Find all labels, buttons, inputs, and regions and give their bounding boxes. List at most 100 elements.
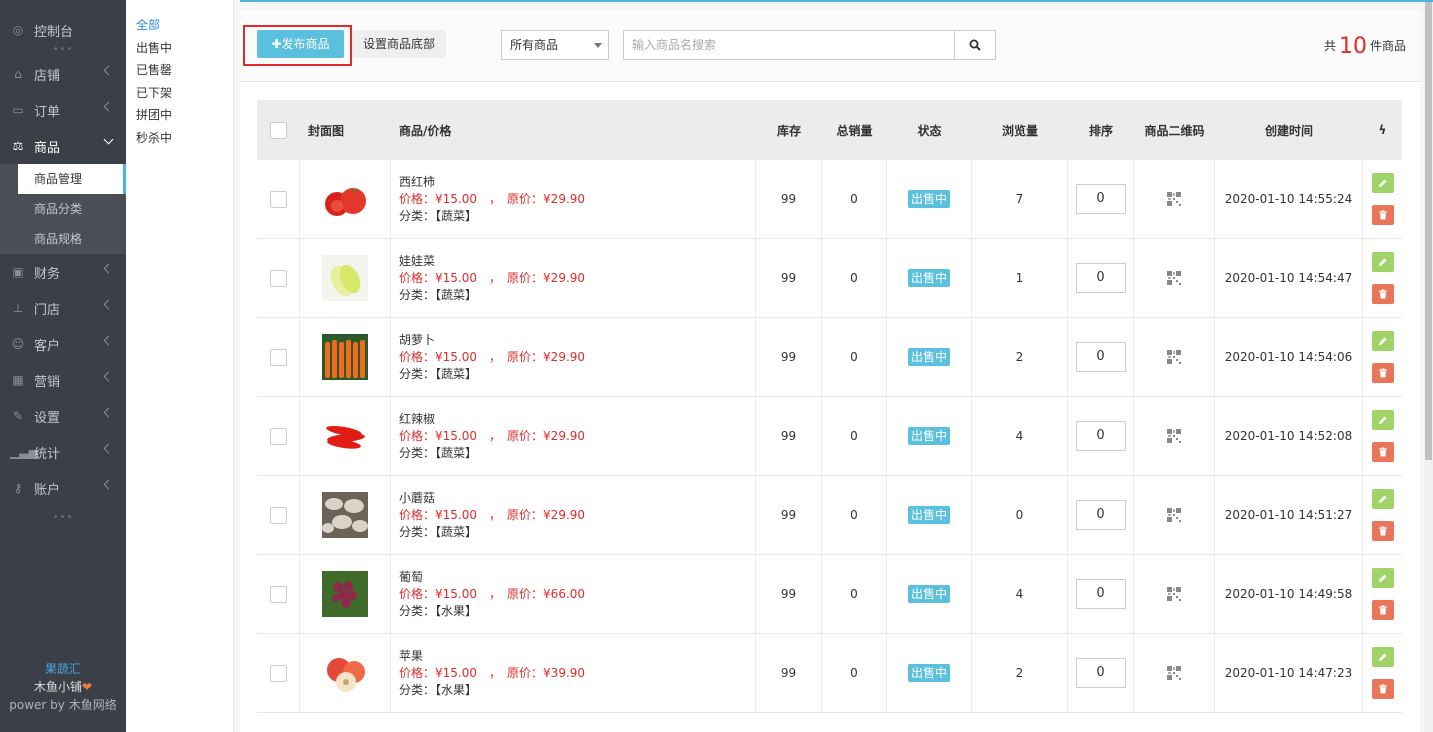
- views-cell: 2: [972, 634, 1068, 712]
- goods-cover-image[interactable]: [322, 492, 368, 538]
- goods-cover-image[interactable]: [322, 334, 368, 380]
- qrcode-icon[interactable]: [1167, 271, 1181, 285]
- row-checkbox[interactable]: [269, 269, 287, 287]
- goods-name[interactable]: 胡萝卜: [399, 332, 585, 349]
- delete-button[interactable]: [1371, 363, 1394, 383]
- row-checkbox[interactable]: [269, 190, 287, 208]
- search-button[interactable]: [955, 30, 996, 60]
- pencil-icon: [1378, 416, 1386, 424]
- goods-cover-image[interactable]: [322, 176, 368, 222]
- sidebar-subitem-goods-manage[interactable]: 商品管理: [18, 164, 126, 194]
- delete-button[interactable]: [1371, 442, 1394, 462]
- qrcode-icon[interactable]: [1167, 508, 1181, 522]
- status-badge: 出售中: [907, 664, 950, 682]
- sidebar-subitem-goods-spec[interactable]: 商品规格: [0, 224, 126, 254]
- sidebar-item-goods[interactable]: ⚖ 商品: [0, 128, 126, 164]
- select-all-checkbox[interactable]: [270, 121, 287, 139]
- edit-button[interactable]: [1371, 410, 1394, 430]
- qrcode-icon[interactable]: [1167, 350, 1181, 364]
- delete-button[interactable]: [1371, 205, 1394, 225]
- sidebar-item-customer[interactable]: ☺ 客户: [0, 326, 126, 362]
- sidebar-item-shop[interactable]: ⌂ 店铺: [0, 56, 126, 92]
- status-cell: 出售中: [887, 318, 972, 396]
- sidebar-item-label: 财务: [34, 266, 61, 282]
- header-goods-price: 商品/价格: [399, 123, 452, 138]
- goods-cover-image[interactable]: [322, 571, 368, 617]
- sidebar-item-marketing[interactable]: ▦ 营销: [0, 362, 126, 398]
- chevron-left-icon: [103, 479, 114, 490]
- sort-input[interactable]: 0: [1075, 342, 1126, 372]
- goods-name[interactable]: 红辣椒: [399, 411, 585, 428]
- goods-name[interactable]: 娃娃菜: [399, 253, 585, 270]
- cover-cell: [300, 634, 391, 712]
- delete-button[interactable]: [1371, 521, 1394, 541]
- edit-button[interactable]: [1371, 331, 1394, 351]
- row-checkbox[interactable]: [269, 506, 287, 524]
- sidebar-item-settings[interactable]: ✎ 设置: [0, 398, 126, 434]
- goods-cover-image[interactable]: [322, 413, 368, 459]
- edit-button[interactable]: [1371, 489, 1394, 509]
- goods-price: 价格：¥15.00 ， 原价：¥29.90: [399, 270, 586, 285]
- sidebar-divider: •••: [52, 512, 74, 523]
- edit-button[interactable]: [1371, 173, 1394, 193]
- sidebar-item-dashboard[interactable]: ◎ 控制台: [0, 0, 126, 60]
- sort-input[interactable]: 0: [1075, 421, 1126, 451]
- sort-input[interactable]: 0: [1075, 184, 1126, 214]
- row-checkbox[interactable]: [269, 585, 287, 603]
- status-badge: 出售中: [907, 269, 950, 287]
- search-input[interactable]: 输入商品名搜索: [623, 30, 955, 60]
- goods-table: 封面图 商品/价格 库存 总销量 状态 浏览量 排序 商品二维码 创建时间 ϟ …: [257, 100, 1402, 713]
- delete-button[interactable]: [1371, 284, 1394, 304]
- row-checkbox[interactable]: [269, 664, 287, 682]
- subnav-on-sale[interactable]: 出售中: [136, 37, 233, 60]
- edit-button[interactable]: [1371, 568, 1394, 588]
- row-checkbox[interactable]: [269, 427, 287, 445]
- sort-input[interactable]: 0: [1075, 658, 1126, 688]
- edit-button[interactable]: [1371, 647, 1394, 667]
- qrcode-icon[interactable]: [1167, 192, 1181, 206]
- qrcode-icon[interactable]: [1167, 429, 1181, 443]
- sort-input[interactable]: 0: [1075, 579, 1126, 609]
- sidebar-item-finance[interactable]: ▣ 财务: [0, 254, 126, 290]
- views-cell: 2: [972, 318, 1068, 396]
- table-body: 西红柿 价格：¥15.00 ， 原价：¥29.90 分类：【蔬菜】 99 0 出售中 7 0 2…: [257, 160, 1402, 713]
- subnav-group-buy[interactable]: 拼团中: [136, 104, 233, 127]
- sort-cell: 0: [1068, 239, 1134, 317]
- delete-button[interactable]: [1371, 600, 1394, 620]
- sort-input[interactable]: 0: [1075, 500, 1126, 530]
- users-icon: ☺: [11, 337, 25, 351]
- row-checkbox-cell: [257, 318, 300, 396]
- stock-cell: 99: [756, 239, 822, 317]
- sidebar-item-order[interactable]: ▭ 订单: [0, 92, 126, 128]
- sidebar-item-store[interactable]: ⊥ 门店: [0, 290, 126, 326]
- sort-input[interactable]: 0: [1075, 263, 1126, 293]
- sidebar-item-account[interactable]: ⚷ 账户: [0, 470, 126, 506]
- status-badge: 出售中: [907, 348, 950, 366]
- goods-cover-image[interactable]: [322, 255, 368, 301]
- sidebar-item-stats[interactable]: ▁▃▅ 统计: [0, 434, 126, 470]
- publish-goods-button[interactable]: ✚发布商品: [257, 30, 344, 58]
- subnav-sold-out[interactable]: 已售罄: [136, 59, 233, 82]
- scrollbar-thumb[interactable]: [1425, 2, 1432, 460]
- qrcode-icon[interactable]: [1167, 666, 1181, 680]
- goods-filter-select[interactable]: 所有商品: [501, 30, 609, 60]
- row-checkbox[interactable]: [269, 348, 287, 366]
- delete-button[interactable]: [1371, 679, 1394, 699]
- subnav-flash-sale[interactable]: 秒杀中: [136, 127, 233, 150]
- goods-name[interactable]: 葡萄: [399, 569, 585, 586]
- edit-button[interactable]: [1371, 252, 1394, 272]
- goods-name[interactable]: 小蘑菇: [399, 490, 585, 507]
- qrcode-icon[interactable]: [1167, 587, 1181, 601]
- subnav-all[interactable]: 全部: [136, 14, 233, 37]
- sort-cell: 0: [1068, 476, 1134, 554]
- goods-name[interactable]: 苹果: [399, 648, 585, 665]
- brand-name[interactable]: 果蔬汇: [0, 660, 126, 678]
- goods-cover-image[interactable]: [322, 650, 368, 696]
- trash-icon: [1378, 289, 1387, 299]
- set-goods-bottom-button[interactable]: 设置商品底部: [352, 30, 446, 58]
- goods-name[interactable]: 西红柿: [399, 174, 585, 191]
- trash-icon: [1378, 684, 1387, 694]
- sidebar-subitem-goods-category[interactable]: 商品分类: [0, 194, 126, 224]
- page-scrollbar[interactable]: [1424, 2, 1433, 732]
- subnav-off-shelf[interactable]: 已下架: [136, 82, 233, 105]
